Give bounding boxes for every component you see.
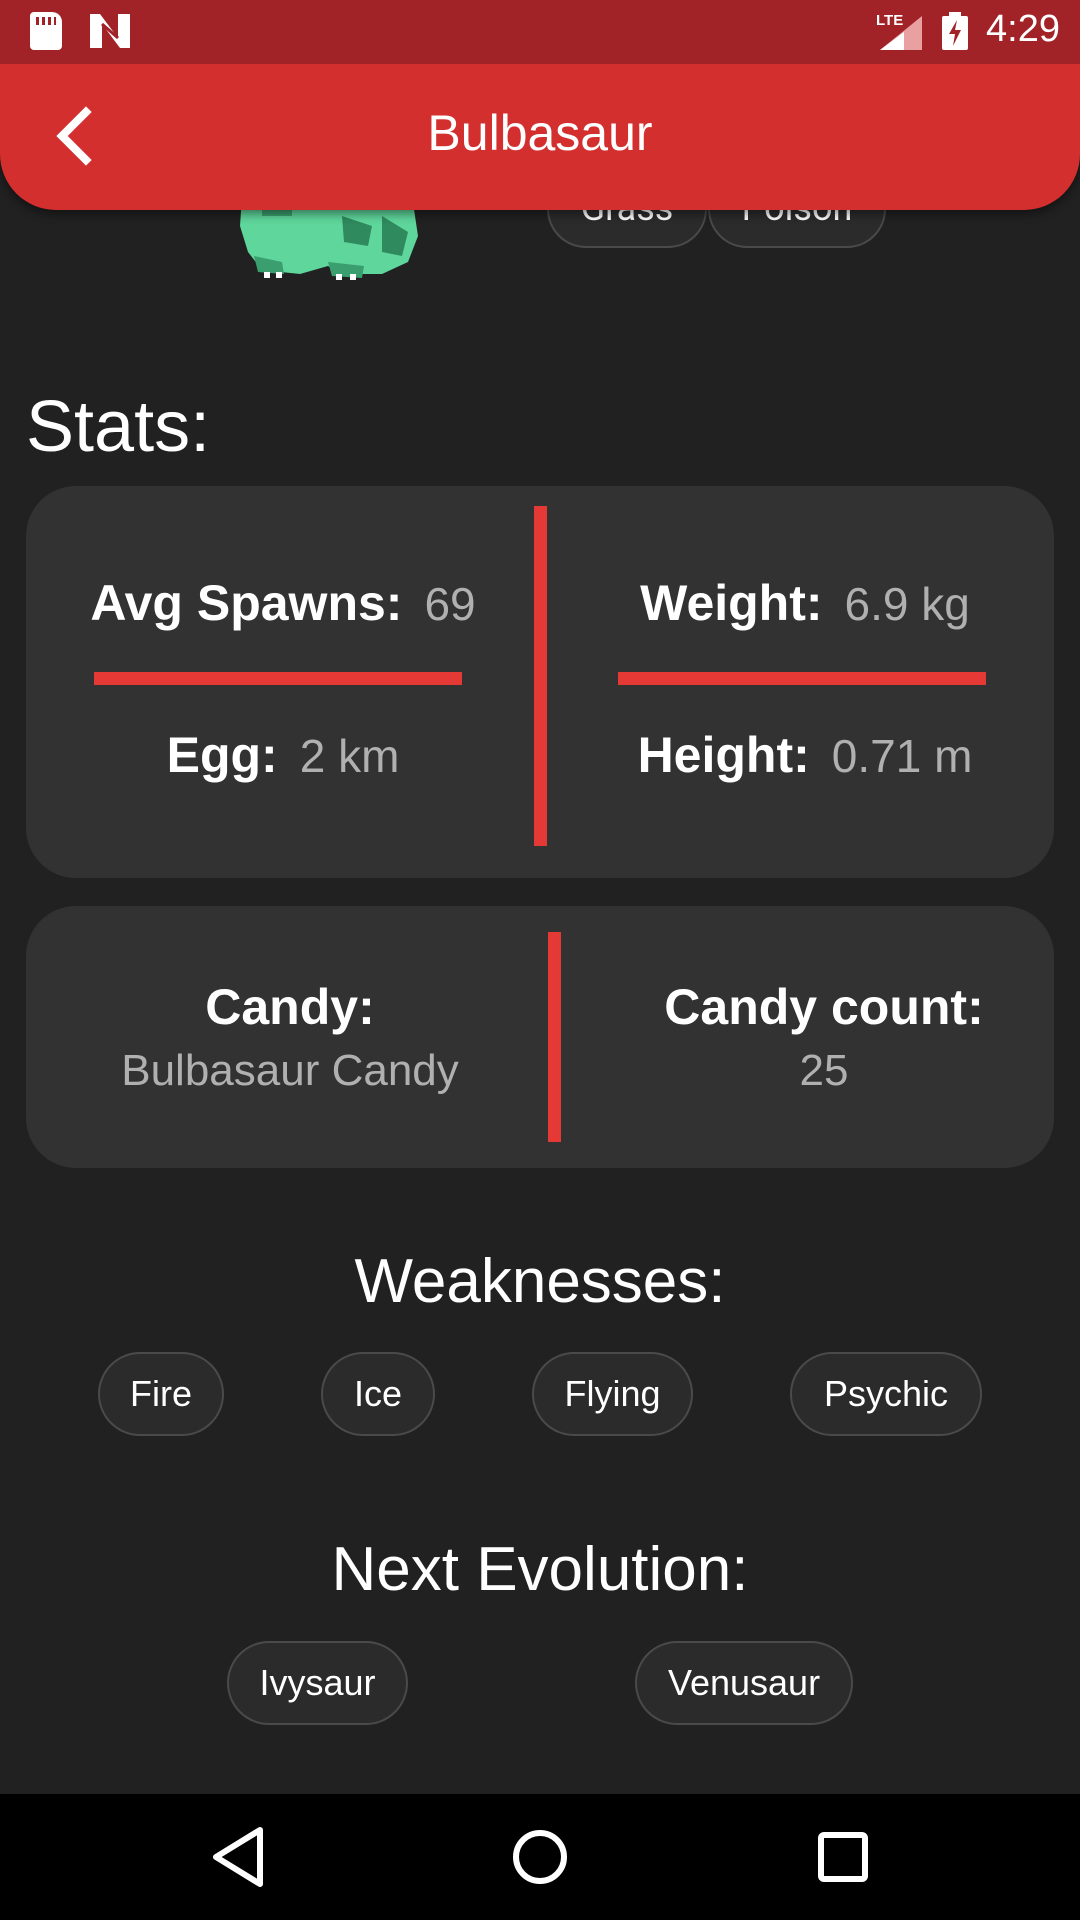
candy-count-info: Candy count: 25 <box>554 978 1080 1096</box>
candy-value: Bulbasaur Candy <box>121 1046 459 1095</box>
page-title: Bulbasaur <box>427 105 653 161</box>
n-notification-icon <box>90 14 130 48</box>
weakness-chip-ice[interactable]: Ice <box>321 1352 435 1436</box>
egg-stat: Egg: 2 km <box>26 726 540 784</box>
status-bar: LTE 4:29 <box>0 0 1080 64</box>
network-type: LTE <box>876 12 904 29</box>
weakness-chip-flying[interactable]: Flying <box>532 1352 693 1436</box>
sd-card-icon <box>30 12 62 50</box>
avg-spawns-label: Avg Spawns: <box>90 575 403 631</box>
next-evolution-heading: Next Evolution: <box>331 1535 749 1604</box>
back-triangle-icon[interactable] <box>204 1824 270 1890</box>
app-bar: Bulbasaur <box>0 64 1080 210</box>
horizontal-divider-left <box>94 672 462 685</box>
stats-heading: Stats: <box>26 387 211 467</box>
height-stat: Height: 0.71 m <box>548 726 1062 784</box>
candy-count-label: Candy count: <box>664 979 984 1035</box>
weakness-chip-psychic[interactable]: Psychic <box>790 1352 982 1436</box>
avg-spawns-value: 69 <box>424 578 476 630</box>
home-circle-icon[interactable] <box>507 1824 573 1890</box>
candy-label: Candy: <box>205 979 375 1035</box>
horizontal-divider-right <box>618 672 986 685</box>
candy-card: Candy: Bulbasaur Candy Candy count: 25 <box>26 906 1054 1168</box>
weight-stat: Weight: 6.9 kg <box>548 574 1062 632</box>
evolution-chip-venusaur[interactable]: Venusaur <box>635 1641 853 1725</box>
clock: 4:29 <box>986 8 1060 50</box>
candy-info: Candy: Bulbasaur Candy <box>26 978 554 1096</box>
avg-spawns-stat: Avg Spawns: 69 <box>26 574 540 632</box>
weakness-chip-fire[interactable]: Fire <box>98 1352 224 1436</box>
weight-label: Weight: <box>640 575 823 631</box>
height-label: Height: <box>637 727 810 783</box>
stats-card: Avg Spawns: 69 Egg: 2 km Weight: 6.9 kg Hei… <box>26 486 1054 878</box>
height-value: 0.71 m <box>831 730 973 782</box>
egg-value: 2 km <box>299 730 400 782</box>
vertical-divider <box>534 506 547 846</box>
weaknesses-heading: Weaknesses: <box>354 1247 726 1316</box>
candy-count-value: 25 <box>799 1046 849 1095</box>
weight-value: 6.9 kg <box>844 578 970 630</box>
battery-charging-icon <box>942 12 968 50</box>
evolution-chip-ivysaur[interactable]: Ivysaur <box>227 1641 408 1725</box>
navigation-bar <box>0 1794 1080 1920</box>
recents-square-icon[interactable] <box>810 1824 876 1890</box>
egg-label: Egg: <box>166 727 278 783</box>
